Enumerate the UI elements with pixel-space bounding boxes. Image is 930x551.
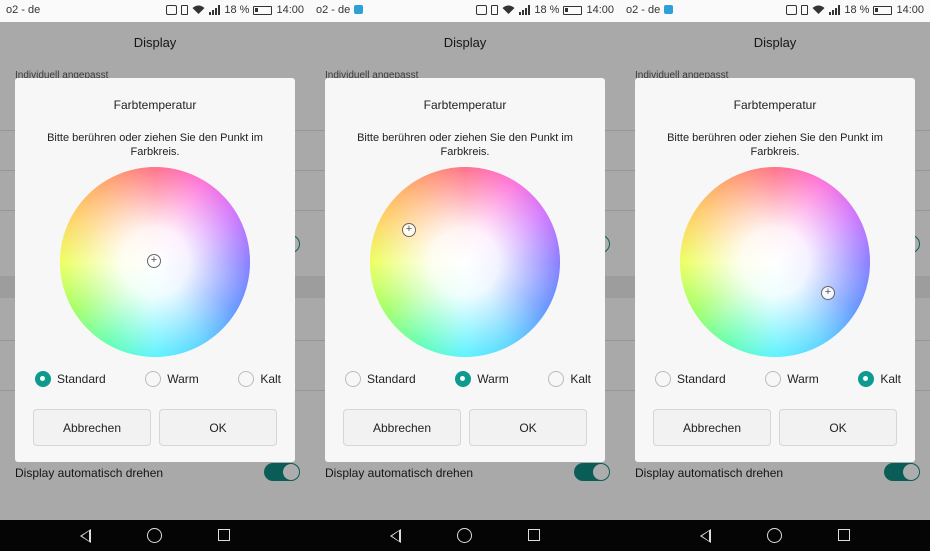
battery-percent: 18 %	[844, 4, 870, 16]
radio-kalt[interactable]	[858, 371, 875, 387]
option-standard[interactable]: Standard	[35, 371, 106, 387]
recent-apps-icon[interactable]	[838, 529, 850, 541]
option-label: Standard	[367, 372, 416, 386]
back-icon[interactable]	[390, 529, 401, 543]
home-icon[interactable]	[457, 528, 472, 543]
battery-icon	[873, 5, 893, 15]
option-standard[interactable]: Standard	[345, 371, 416, 387]
navigation-bar	[0, 520, 930, 551]
plus-icon[interactable]: +	[821, 286, 835, 300]
dialog-message: Bitte berühren oder ziehen Sie den Punkt…	[357, 132, 573, 158]
vibrate-icon	[491, 5, 499, 15]
option-label: Standard	[57, 372, 106, 386]
notification-icon	[664, 5, 674, 14]
wifi-icon	[502, 5, 515, 14]
wifi-icon	[192, 5, 205, 14]
vibrate-icon	[801, 5, 809, 15]
nav-group	[0, 520, 310, 551]
option-standard[interactable]: Standard	[655, 371, 726, 387]
battery-icon	[563, 5, 583, 15]
ok-button[interactable]: OK	[159, 409, 277, 446]
radio-standard[interactable]	[655, 371, 671, 387]
status-bar: o2 - de 18 % 14:00	[620, 0, 930, 22]
ok-button[interactable]: OK	[779, 409, 897, 446]
status-bar: o2 - de 18 % 14:00	[0, 0, 310, 22]
plus-icon[interactable]: +	[147, 254, 161, 268]
carrier-label: o2 - de	[6, 4, 41, 16]
option-label: Kalt	[260, 372, 281, 386]
color-wheel[interactable]	[680, 167, 870, 357]
nfc-icon	[166, 5, 178, 15]
color-temperature-dialog: Farbtemperatur Bitte berühren oder ziehe…	[15, 78, 295, 462]
option-kalt[interactable]: Kalt	[858, 371, 901, 387]
option-label: Kalt	[880, 372, 901, 386]
screen-kalt: o2 - de 18 % 14:00 Display Individuell a…	[620, 0, 930, 520]
radio-standard[interactable]	[345, 371, 361, 387]
nfc-icon	[476, 5, 488, 15]
back-icon[interactable]	[80, 529, 91, 543]
battery-percent: 18 %	[534, 4, 560, 16]
option-label: Kalt	[570, 372, 591, 386]
clock: 14:00	[276, 4, 304, 16]
screen-standard: o2 - de 18 % 14:00 Display Individuell a…	[0, 0, 310, 520]
status-icons: 18 % 14:00	[166, 4, 304, 16]
temperature-options: Standard Warm Kalt	[35, 371, 281, 387]
option-label: Standard	[677, 372, 726, 386]
home-icon[interactable]	[147, 528, 162, 543]
radio-kalt[interactable]	[548, 371, 565, 387]
dialog-message: Bitte berühren oder ziehen Sie den Punkt…	[47, 132, 263, 158]
color-wheel[interactable]	[370, 167, 560, 357]
radio-kalt[interactable]	[238, 371, 255, 387]
home-icon[interactable]	[767, 528, 782, 543]
notification-icon	[354, 5, 364, 14]
clock: 14:00	[586, 4, 614, 16]
dialog-title: Farbtemperatur	[113, 98, 197, 112]
clock: 14:00	[896, 4, 924, 16]
carrier-label: o2 - de	[626, 4, 674, 16]
cancel-button[interactable]: Abbrechen	[653, 409, 771, 446]
status-bar: o2 - de 18 % 14:00	[310, 0, 620, 22]
dialog-title: Farbtemperatur	[733, 98, 817, 112]
wifi-icon	[812, 5, 825, 14]
recent-apps-icon[interactable]	[218, 529, 230, 541]
cancel-button[interactable]: Abbrechen	[343, 409, 461, 446]
cancel-button[interactable]: Abbrechen	[33, 409, 151, 446]
radio-warm[interactable]	[145, 371, 162, 387]
signal-icon	[829, 5, 841, 15]
temperature-options: Standard Warm Kalt	[655, 371, 901, 387]
option-kalt[interactable]: Kalt	[238, 371, 281, 387]
vibrate-icon	[181, 5, 189, 15]
dialog-title: Farbtemperatur	[423, 98, 507, 112]
option-label: Warm	[787, 372, 819, 386]
option-warm[interactable]: Warm	[765, 371, 819, 387]
carrier-label: o2 - de	[316, 4, 364, 16]
signal-icon	[519, 5, 531, 15]
status-icons: 18 % 14:00	[786, 4, 924, 16]
nav-group	[620, 520, 930, 551]
screen-warm: o2 - de 18 % 14:00 Display Individuell a…	[310, 0, 620, 520]
option-kalt[interactable]: Kalt	[548, 371, 591, 387]
radio-standard[interactable]	[35, 371, 51, 387]
battery-percent: 18 %	[224, 4, 250, 16]
radio-warm[interactable]	[455, 371, 472, 387]
temperature-options: Standard Warm Kalt	[345, 371, 591, 387]
ok-button[interactable]: OK	[469, 409, 587, 446]
signal-icon	[209, 5, 221, 15]
radio-warm[interactable]	[765, 371, 782, 387]
option-warm[interactable]: Warm	[145, 371, 199, 387]
recent-apps-icon[interactable]	[528, 529, 540, 541]
color-temperature-dialog: Farbtemperatur Bitte berühren oder ziehe…	[635, 78, 915, 462]
nav-group	[310, 520, 620, 551]
battery-icon	[253, 5, 273, 15]
option-warm[interactable]: Warm	[455, 371, 509, 387]
nfc-icon	[786, 5, 798, 15]
plus-icon[interactable]: +	[402, 223, 416, 237]
option-label: Warm	[477, 372, 509, 386]
back-icon[interactable]	[700, 529, 711, 543]
status-icons: 18 % 14:00	[476, 4, 614, 16]
dialog-message: Bitte berühren oder ziehen Sie den Punkt…	[667, 132, 883, 158]
color-temperature-dialog: Farbtemperatur Bitte berühren oder ziehe…	[325, 78, 605, 462]
option-label: Warm	[167, 372, 199, 386]
